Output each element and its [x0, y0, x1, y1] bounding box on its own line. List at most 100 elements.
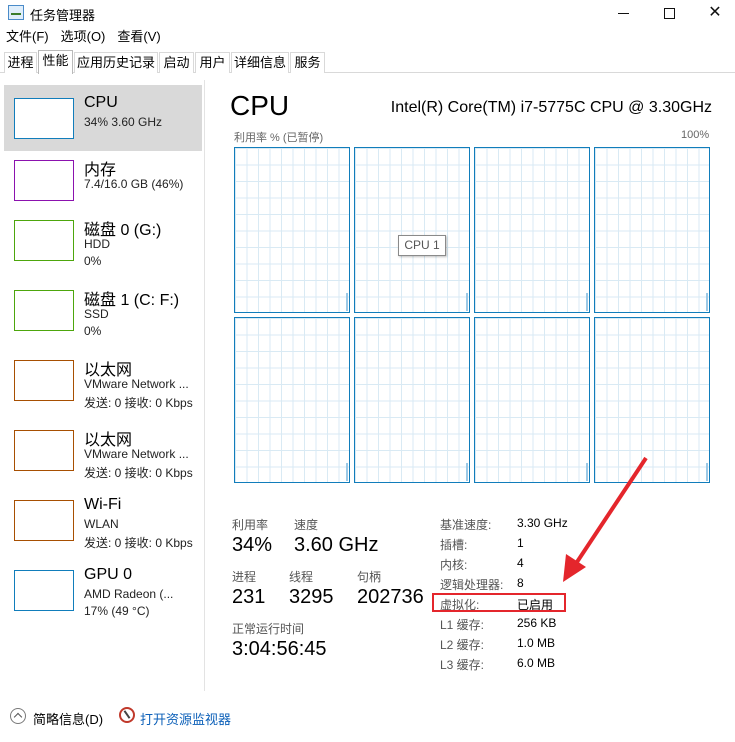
resource-disk-0[interactable]: 磁盘 0 (G:) HDD 0% — [4, 207, 202, 273]
uptime-label: 正常运行时间 — [232, 622, 305, 636]
resource-thumbnail — [14, 98, 74, 139]
spec-label: L1 缓存: — [440, 618, 485, 632]
resource-detail-2: 发送: 0 接收: 0 Kbps — [84, 466, 193, 480]
utilization-value: 34% — [232, 534, 273, 556]
spec-value: 3.30 GHz — [517, 516, 568, 530]
resource-detail: 7.4/16.0 GB (46%) — [84, 177, 184, 191]
resource-detail-2: 发送: 0 接收: 0 Kbps — [84, 396, 193, 410]
processes-value: 231 — [232, 586, 266, 608]
resource-detail-2: 17% (49 °C) — [84, 604, 150, 618]
resource-thumbnail — [14, 360, 74, 401]
resource-title: Wi-Fi — [84, 496, 122, 513]
cpu-graph[interactable] — [234, 317, 350, 483]
resource-detail: VMware Network ... — [84, 377, 189, 391]
spec-value: 256 KB — [517, 616, 557, 630]
graph-tooltip: CPU 1 — [398, 235, 446, 256]
graph-max-label: 100% — [681, 129, 710, 141]
close-button[interactable]: ✕ — [692, 0, 735, 26]
resource-wifi[interactable]: Wi-Fi WLAN 发送: 0 接收: 0 Kbps — [4, 487, 202, 553]
tab-bar: 进程 性能 应用历史记录 启动 用户 详细信息 服务 — [0, 50, 735, 74]
title-bar: 任务管理器 ✕ — [0, 0, 735, 26]
resource-detail: WLAN — [84, 517, 119, 531]
resource-detail-2: 发送: 0 接收: 0 Kbps — [84, 536, 193, 550]
spec-label: L3 缓存: — [440, 658, 485, 672]
resource-detail: HDD — [84, 237, 110, 251]
spec-label: 插槽: — [440, 538, 468, 552]
spec-value: 6.0 MB — [517, 656, 556, 670]
menu-file[interactable]: 文件(F) — [0, 27, 55, 47]
uptime-value: 3:04:56:45 — [232, 638, 327, 660]
spec-label: 内核: — [440, 558, 468, 572]
resource-thumbnail — [14, 220, 74, 261]
open-resource-monitor-link[interactable]: 打开资源监视器 — [140, 709, 231, 728]
utilization-label: 利用率 — [232, 518, 269, 532]
resource-thumbnail — [14, 290, 74, 331]
resource-list: CPU 34% 3.60 GHz 内存 7.4/16.0 GB (46%) 磁盘… — [0, 80, 205, 691]
fewer-details-link[interactable]: 简略信息(D) — [33, 709, 103, 728]
cpu-graph[interactable] — [594, 317, 710, 483]
graph-caption: 利用率 % (已暂停) — [234, 132, 324, 144]
maximize-icon — [663, 7, 675, 19]
resource-cpu[interactable]: CPU 34% 3.60 GHz — [4, 85, 202, 151]
tab-users[interactable]: 用户 — [195, 52, 230, 73]
spec-value: 1 — [517, 536, 524, 550]
resource-title: GPU 0 — [84, 566, 133, 583]
resource-ethernet-2[interactable]: 以太网 VMware Network ... 发送: 0 接收: 0 Kbps — [4, 417, 202, 483]
tab-details[interactable]: 详细信息 — [231, 52, 289, 73]
tab-app-history[interactable]: 应用历史记录 — [74, 52, 158, 73]
graph-line — [466, 293, 468, 311]
minimize-button[interactable] — [600, 0, 646, 26]
graph-line — [586, 463, 588, 481]
annotation-highlight-box — [432, 593, 566, 612]
spec-value: 8 — [517, 576, 524, 590]
task-manager-icon — [8, 5, 24, 20]
cpu-graph[interactable] — [474, 147, 590, 313]
resource-gpu[interactable]: GPU 0 AMD Radeon (... 17% (49 °C) — [4, 557, 202, 623]
spec-label: 逻辑处理器: — [440, 578, 504, 592]
resource-detail: 34% 3.60 GHz — [84, 115, 163, 129]
speed-value: 3.60 GHz — [294, 534, 379, 556]
resource-detail-2: 0% — [84, 324, 102, 338]
spec-value: 1.0 MB — [517, 636, 556, 650]
resource-thumbnail — [14, 160, 74, 201]
cpu-graph[interactable] — [354, 317, 470, 483]
threads-label: 线程 — [289, 570, 314, 584]
spec-label: 基准速度: — [440, 518, 492, 532]
resource-ethernet-1[interactable]: 以太网 VMware Network ... 发送: 0 接收: 0 Kbps — [4, 347, 202, 413]
graph-line — [706, 463, 708, 481]
graph-line — [586, 293, 588, 311]
graph-line — [706, 293, 708, 311]
menu-view[interactable]: 查看(V) — [111, 27, 166, 47]
tab-startup[interactable]: 启动 — [159, 52, 194, 73]
tab-services[interactable]: 服务 — [290, 52, 325, 73]
cpu-graph[interactable] — [474, 317, 590, 483]
close-icon: ✕ — [708, 4, 722, 21]
resource-detail-2: 0% — [84, 254, 102, 268]
cpu-graph[interactable] — [234, 147, 350, 313]
resource-title: CPU — [84, 94, 118, 111]
handles-value: 202736 — [357, 586, 424, 608]
maximize-button[interactable] — [646, 0, 692, 26]
resource-detail: VMware Network ... — [84, 447, 189, 461]
resource-thumbnail — [14, 430, 74, 471]
resource-monitor-icon[interactable] — [119, 707, 135, 723]
minimize-icon — [617, 12, 629, 14]
resource-detail: SSD — [84, 307, 109, 321]
menu-options[interactable]: 选项(O) — [55, 27, 112, 47]
threads-value: 3295 — [289, 586, 334, 608]
chevron-up-icon[interactable] — [10, 708, 26, 724]
tab-processes[interactable]: 进程 — [4, 52, 37, 73]
speed-label: 速度 — [294, 518, 319, 532]
window-title: 任务管理器 — [30, 8, 96, 23]
menu-bar: 文件(F) 选项(O) 查看(V) — [0, 27, 167, 47]
processes-label: 进程 — [232, 570, 257, 584]
handles-label: 句柄 — [357, 570, 382, 584]
cpu-model: Intel(R) Core(TM) i7-5775C CPU @ 3.30GHz — [390, 99, 712, 116]
cpu-graph[interactable] — [594, 147, 710, 313]
resource-disk-1[interactable]: 磁盘 1 (C: F:) SSD 0% — [4, 277, 202, 343]
spec-value: 4 — [517, 556, 524, 570]
page-title: CPU — [230, 90, 290, 121]
cpu-graph[interactable] — [354, 147, 470, 313]
tab-performance[interactable]: 性能 — [38, 50, 73, 74]
resource-memory[interactable]: 内存 7.4/16.0 GB (46%) — [4, 147, 202, 213]
